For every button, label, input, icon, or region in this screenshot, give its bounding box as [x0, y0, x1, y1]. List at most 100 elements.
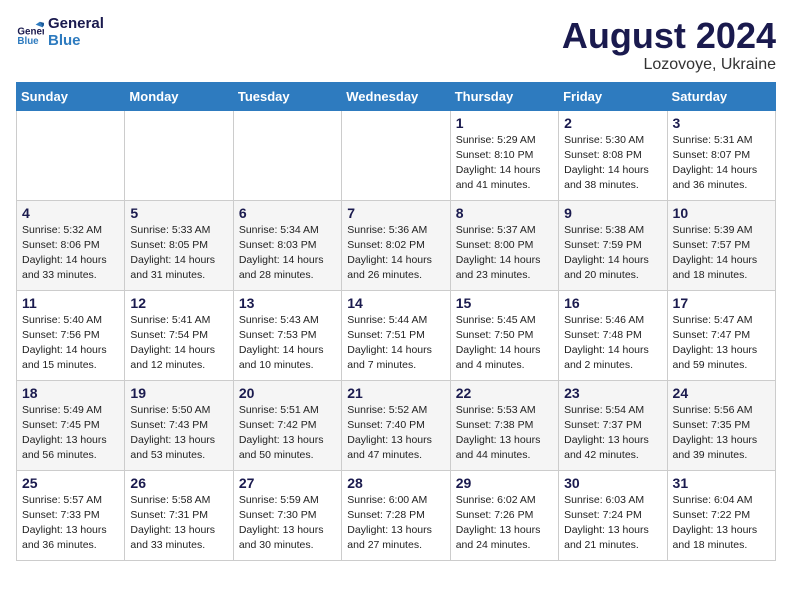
day-info: Sunrise: 5:30 AM Sunset: 8:08 PM Dayligh… [564, 133, 661, 194]
day-info: Sunrise: 5:41 AM Sunset: 7:54 PM Dayligh… [130, 313, 227, 374]
day-number: 22 [456, 385, 553, 401]
calendar-cell: 29Sunrise: 6:02 AM Sunset: 7:26 PM Dayli… [450, 470, 558, 560]
calendar-cell: 27Sunrise: 5:59 AM Sunset: 7:30 PM Dayli… [233, 470, 341, 560]
day-info: Sunrise: 6:04 AM Sunset: 7:22 PM Dayligh… [673, 493, 770, 554]
calendar-cell: 14Sunrise: 5:44 AM Sunset: 7:51 PM Dayli… [342, 290, 450, 380]
day-info: Sunrise: 5:40 AM Sunset: 7:56 PM Dayligh… [22, 313, 119, 374]
day-number: 3 [673, 115, 770, 131]
day-info: Sunrise: 5:29 AM Sunset: 8:10 PM Dayligh… [456, 133, 553, 194]
calendar-cell: 8 Sunrise: 5:37 AM Sunset: 8:00 PM Daylig… [450, 200, 558, 290]
weekday-header: Friday [559, 82, 667, 110]
location-subtitle: Lozovoye, Ukraine [562, 56, 776, 74]
calendar-cell: 22 Sunrise: 5:53 AM Sunset: 7:38 PM Dayli… [450, 380, 558, 470]
calendar-cell [342, 110, 450, 200]
day-number: 11 [22, 295, 119, 311]
weekday-header: Monday [125, 82, 233, 110]
logo-blue: Blue [48, 33, 104, 50]
day-number: 21 [347, 385, 444, 401]
day-info: Sunrise: 5:47 AM Sunset: 7:47 PM Dayligh… [673, 313, 770, 374]
day-number: 13 [239, 295, 336, 311]
title-area: August 2024 Lozovoye, Ukraine [562, 16, 776, 74]
calendar-week-row: 18Sunrise: 5:49 AM Sunset: 7:45 PM Dayli… [17, 380, 776, 470]
day-number: 4 [22, 205, 119, 221]
calendar-cell: 4 Sunrise: 5:32 AM Sunset: 8:06 PM Daylig… [17, 200, 125, 290]
svg-text:Blue: Blue [17, 36, 39, 47]
day-number: 15 [456, 295, 553, 311]
calendar-week-row: 4 Sunrise: 5:32 AM Sunset: 8:06 PM Daylig… [17, 200, 776, 290]
calendar-week-row: 11 Sunrise: 5:40 AM Sunset: 7:56 PM Dayli… [17, 290, 776, 380]
day-info: Sunrise: 5:54 AM Sunset: 7:37 PM Dayligh… [564, 403, 661, 464]
day-info: Sunrise: 5:36 AM Sunset: 8:02 PM Dayligh… [347, 223, 444, 284]
calendar-cell: 25 Sunrise: 5:57 AM Sunset: 7:33 PM Dayli… [17, 470, 125, 560]
calendar-table: SundayMondayTuesdayWednesdayThursdayFrid… [16, 82, 776, 561]
weekday-header: Thursday [450, 82, 558, 110]
day-info: Sunrise: 5:57 AM Sunset: 7:33 PM Dayligh… [22, 493, 119, 554]
day-number: 16 [564, 295, 661, 311]
calendar-header-row: SundayMondayTuesdayWednesdayThursdayFrid… [17, 82, 776, 110]
day-number: 17 [673, 295, 770, 311]
weekday-header: Tuesday [233, 82, 341, 110]
calendar-cell: 18Sunrise: 5:49 AM Sunset: 7:45 PM Dayli… [17, 380, 125, 470]
day-number: 31 [673, 475, 770, 491]
day-info: Sunrise: 6:02 AM Sunset: 7:26 PM Dayligh… [456, 493, 553, 554]
day-number: 10 [673, 205, 770, 221]
day-info: Sunrise: 5:58 AM Sunset: 7:31 PM Dayligh… [130, 493, 227, 554]
day-number: 24 [673, 385, 770, 401]
day-info: Sunrise: 5:38 AM Sunset: 7:59 PM Dayligh… [564, 223, 661, 284]
logo-icon: General Blue [16, 19, 44, 47]
day-info: Sunrise: 5:46 AM Sunset: 7:48 PM Dayligh… [564, 313, 661, 374]
day-info: Sunrise: 5:33 AM Sunset: 8:05 PM Dayligh… [130, 223, 227, 284]
calendar-cell: 2 Sunrise: 5:30 AM Sunset: 8:08 PM Daylig… [559, 110, 667, 200]
day-info: Sunrise: 5:56 AM Sunset: 7:35 PM Dayligh… [673, 403, 770, 464]
calendar-cell [17, 110, 125, 200]
calendar-cell: 15Sunrise: 5:45 AM Sunset: 7:50 PM Dayli… [450, 290, 558, 380]
day-info: Sunrise: 5:52 AM Sunset: 7:40 PM Dayligh… [347, 403, 444, 464]
calendar-cell: 1 Sunrise: 5:29 AM Sunset: 8:10 PM Daylig… [450, 110, 558, 200]
calendar-week-row: 25 Sunrise: 5:57 AM Sunset: 7:33 PM Dayli… [17, 470, 776, 560]
logo: General Blue General Blue [16, 16, 104, 49]
calendar-cell: 17 Sunrise: 5:47 AM Sunset: 7:47 PM Dayli… [667, 290, 775, 380]
day-info: Sunrise: 6:03 AM Sunset: 7:24 PM Dayligh… [564, 493, 661, 554]
day-info: Sunrise: 5:51 AM Sunset: 7:42 PM Dayligh… [239, 403, 336, 464]
day-number: 25 [22, 475, 119, 491]
day-number: 1 [456, 115, 553, 131]
calendar-cell: 3Sunrise: 5:31 AM Sunset: 8:07 PM Daylig… [667, 110, 775, 200]
day-info: Sunrise: 5:53 AM Sunset: 7:38 PM Dayligh… [456, 403, 553, 464]
calendar-cell: 24 Sunrise: 5:56 AM Sunset: 7:35 PM Dayli… [667, 380, 775, 470]
day-info: Sunrise: 5:59 AM Sunset: 7:30 PM Dayligh… [239, 493, 336, 554]
calendar-cell: 30Sunrise: 6:03 AM Sunset: 7:24 PM Dayli… [559, 470, 667, 560]
calendar-cell: 5 Sunrise: 5:33 AM Sunset: 8:05 PM Daylig… [125, 200, 233, 290]
calendar-cell [125, 110, 233, 200]
day-number: 12 [130, 295, 227, 311]
day-number: 8 [456, 205, 553, 221]
calendar-cell: 7Sunrise: 5:36 AM Sunset: 8:02 PM Daylig… [342, 200, 450, 290]
month-title: August 2024 [562, 16, 776, 56]
header: General Blue General Blue August 2024 Lo… [16, 16, 776, 74]
calendar-cell: 9Sunrise: 5:38 AM Sunset: 7:59 PM Daylig… [559, 200, 667, 290]
weekday-header: Sunday [17, 82, 125, 110]
day-number: 26 [130, 475, 227, 491]
calendar-cell: 12 Sunrise: 5:41 AM Sunset: 7:54 PM Dayli… [125, 290, 233, 380]
calendar-cell: 11 Sunrise: 5:40 AM Sunset: 7:56 PM Dayli… [17, 290, 125, 380]
logo-general: General [48, 16, 104, 33]
day-info: Sunrise: 5:50 AM Sunset: 7:43 PM Dayligh… [130, 403, 227, 464]
day-number: 2 [564, 115, 661, 131]
calendar-cell: 23Sunrise: 5:54 AM Sunset: 7:37 PM Dayli… [559, 380, 667, 470]
calendar-cell: 31 Sunrise: 6:04 AM Sunset: 7:22 PM Dayli… [667, 470, 775, 560]
day-info: Sunrise: 6:00 AM Sunset: 7:28 PM Dayligh… [347, 493, 444, 554]
day-number: 5 [130, 205, 227, 221]
day-info: Sunrise: 5:37 AM Sunset: 8:00 PM Dayligh… [456, 223, 553, 284]
calendar-week-row: 1 Sunrise: 5:29 AM Sunset: 8:10 PM Daylig… [17, 110, 776, 200]
day-info: Sunrise: 5:49 AM Sunset: 7:45 PM Dayligh… [22, 403, 119, 464]
day-info: Sunrise: 5:32 AM Sunset: 8:06 PM Dayligh… [22, 223, 119, 284]
day-number: 19 [130, 385, 227, 401]
calendar-cell: 10Sunrise: 5:39 AM Sunset: 7:57 PM Dayli… [667, 200, 775, 290]
day-info: Sunrise: 5:34 AM Sunset: 8:03 PM Dayligh… [239, 223, 336, 284]
calendar-cell: 28Sunrise: 6:00 AM Sunset: 7:28 PM Dayli… [342, 470, 450, 560]
calendar-cell: 21 Sunrise: 5:52 AM Sunset: 7:40 PM Dayli… [342, 380, 450, 470]
day-number: 6 [239, 205, 336, 221]
calendar-cell: 20Sunrise: 5:51 AM Sunset: 7:42 PM Dayli… [233, 380, 341, 470]
day-info: Sunrise: 5:44 AM Sunset: 7:51 PM Dayligh… [347, 313, 444, 374]
calendar-cell: 26 Sunrise: 5:58 AM Sunset: 7:31 PM Dayli… [125, 470, 233, 560]
calendar-cell: 13Sunrise: 5:43 AM Sunset: 7:53 PM Dayli… [233, 290, 341, 380]
